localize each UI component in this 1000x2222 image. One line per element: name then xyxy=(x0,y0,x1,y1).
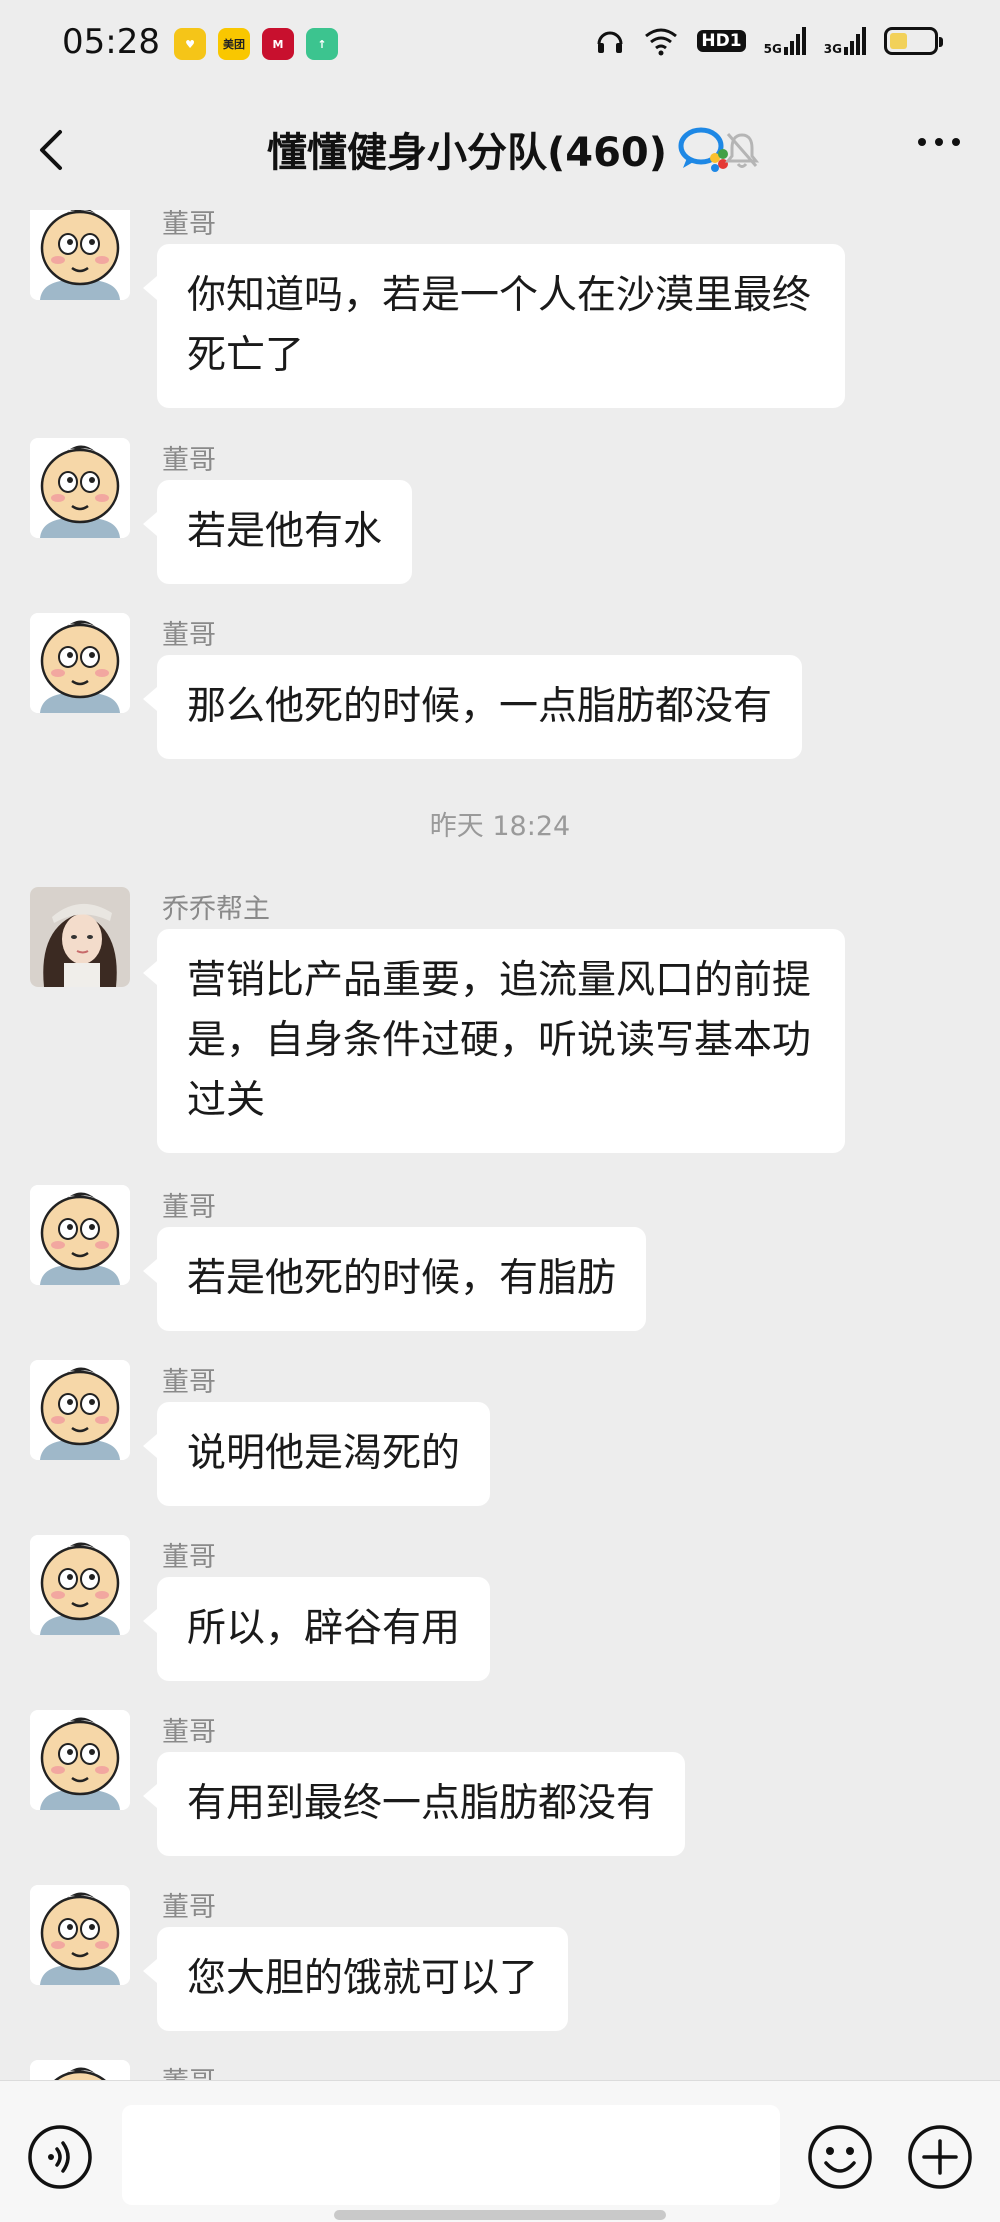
message-input[interactable] xyxy=(122,2105,780,2205)
signal-bars-icon xyxy=(783,27,806,55)
girl-photo-avatar-icon xyxy=(30,887,130,987)
avatar[interactable] xyxy=(30,887,130,987)
status-bar: 05:28 ♥ 美团 M ↑ HD1 5G 3G xyxy=(0,0,1000,90)
more-options-button[interactable] xyxy=(918,138,960,146)
sender-name: 董哥 xyxy=(162,445,216,476)
sender-name: 董哥 xyxy=(162,210,216,240)
message-bubble[interactable]: 若是他死的时候，有脂肪 xyxy=(142,1227,647,1331)
signal-3g: 3G xyxy=(824,27,866,55)
mute-bell-icon xyxy=(724,130,760,174)
avatar[interactable] xyxy=(30,1885,130,1985)
avatar[interactable] xyxy=(30,613,130,713)
battery-icon xyxy=(884,27,943,55)
sender-name: 董哥 xyxy=(162,2060,216,2080)
avatar[interactable] xyxy=(30,2060,130,2080)
upload-app-icon: ↑ xyxy=(306,28,338,60)
message-bubble[interactable]: 你知道吗，若是一个人在沙漠里最终死亡了 xyxy=(143,244,845,408)
dot xyxy=(935,138,943,146)
sender-name: 乔乔帮主 xyxy=(162,894,270,925)
voice-icon xyxy=(28,2125,92,2189)
message-bubble[interactable]: 您大胆的饿就可以了 xyxy=(142,1927,569,2031)
message-list[interactable]: 董哥 你知道吗，若是一个人在沙漠里最终死亡了 董哥 若是他有水 董哥 那么他死的… xyxy=(0,210,1000,2080)
message-bubble[interactable]: 营销比产品重要，追流量风口的前提是，自身条件过硬，听说读写基本功过关 xyxy=(143,929,845,1153)
home-indicator[interactable] xyxy=(334,2210,666,2220)
avatar[interactable] xyxy=(30,1710,130,1810)
more-actions-button[interactable] xyxy=(906,2123,974,2191)
cmb-app-icon: M xyxy=(262,28,294,60)
emoji-button[interactable] xyxy=(806,2123,874,2191)
message-bubble[interactable]: 那么他死的时候，一点脂肪都没有 xyxy=(142,655,803,759)
plus-icon xyxy=(908,2125,972,2189)
cartoon-baby-avatar-icon xyxy=(30,2060,130,2080)
cartoon-baby-avatar-icon xyxy=(30,613,130,713)
headphones-icon xyxy=(597,31,623,53)
cartoon-baby-avatar-icon xyxy=(30,1185,130,1285)
cartoon-baby-avatar-icon xyxy=(30,438,130,538)
message-bubble[interactable]: 有用到最终一点脂肪都没有 xyxy=(142,1752,686,1856)
dot xyxy=(918,138,926,146)
hd-voice-badge: HD1 xyxy=(697,29,746,53)
cartoon-baby-avatar-icon xyxy=(30,1360,130,1460)
cartoon-baby-avatar-icon xyxy=(30,1710,130,1810)
cartoon-baby-avatar-icon xyxy=(30,1885,130,1985)
message-bubble[interactable]: 说明他是渴死的 xyxy=(142,1402,491,1506)
voice-input-button[interactable] xyxy=(26,2123,94,2191)
message-bubble[interactable]: 若是他有水 xyxy=(142,480,413,584)
sender-name: 董哥 xyxy=(162,1892,216,1923)
smiley-icon xyxy=(808,2125,872,2189)
status-indicators: HD1 5G 3G xyxy=(595,26,943,56)
avatar[interactable] xyxy=(30,1185,130,1285)
title-area: 懂懂健身小分队(460) xyxy=(0,120,1000,178)
sender-name: 董哥 xyxy=(162,1367,216,1398)
chat-timestamp: 昨天 18:24 xyxy=(429,811,571,842)
chat-header: 懂懂健身小分队(460) xyxy=(0,90,1000,210)
sender-name: 董哥 xyxy=(162,1192,216,1223)
sender-name: 董哥 xyxy=(162,1542,216,1573)
dot xyxy=(952,138,960,146)
signal-bars-icon xyxy=(844,27,866,55)
status-app-icons: ♥ 美团 M ↑ xyxy=(174,28,338,60)
signal-5g: 5G xyxy=(764,27,806,55)
status-time: 05:28 xyxy=(62,22,160,62)
message-bubble[interactable]: 所以，辟谷有用 xyxy=(142,1577,491,1681)
avatar[interactable] xyxy=(30,438,130,538)
chat-title: 懂懂健身小分队(460) xyxy=(266,130,668,176)
cartoon-baby-avatar-icon xyxy=(30,210,130,300)
heart-app-icon: ♥ xyxy=(174,28,206,60)
input-bar xyxy=(0,2080,1000,2222)
cartoon-baby-avatar-icon xyxy=(30,1535,130,1635)
sender-name: 董哥 xyxy=(162,1717,216,1748)
avatar[interactable] xyxy=(30,1360,130,1460)
avatar[interactable] xyxy=(30,1535,130,1635)
wifi-icon xyxy=(645,28,678,56)
avatar[interactable] xyxy=(30,210,130,300)
meituan-app-icon: 美团 xyxy=(218,28,250,60)
sender-name: 董哥 xyxy=(162,620,216,651)
